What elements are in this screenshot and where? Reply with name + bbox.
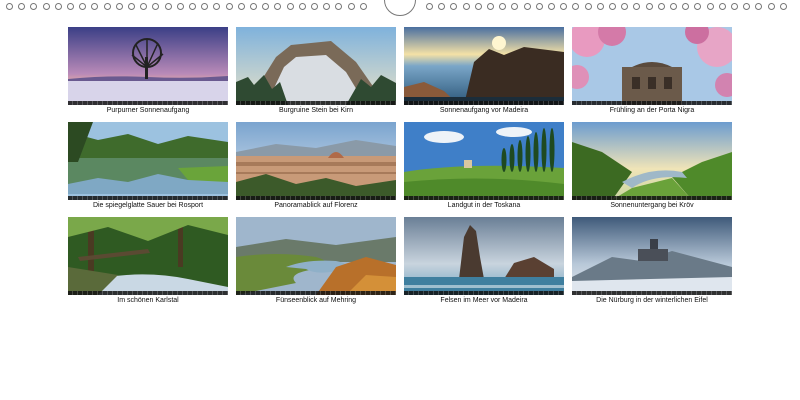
binding-hole bbox=[262, 3, 270, 10]
binding-hole bbox=[298, 3, 306, 10]
binding-hole bbox=[30, 3, 38, 10]
binding-hole bbox=[621, 3, 629, 10]
photo-tile: Felsen im Meer vor Madeira bbox=[404, 217, 564, 306]
binding-hole bbox=[609, 3, 616, 10]
binding-hole bbox=[54, 3, 62, 10]
binding-hole bbox=[225, 3, 233, 10]
photo-tuscany-cypresses bbox=[404, 122, 564, 200]
photo-moselle-sunset bbox=[572, 122, 732, 200]
binding-hole bbox=[584, 3, 592, 10]
photo-tile: Panoramablick auf Florenz bbox=[236, 122, 396, 211]
photo-caption: Die spiegelglatte Sauer bei Rosport bbox=[92, 202, 204, 209]
binding-hole bbox=[67, 3, 74, 10]
binding-hole bbox=[438, 3, 446, 10]
photo-tile: Burgruine Stein bei Kirn bbox=[236, 27, 396, 116]
binding-hole bbox=[633, 3, 641, 10]
photo-winter-castle bbox=[572, 217, 732, 295]
photo-caption: Burgruine Stein bei Kirn bbox=[279, 107, 353, 114]
binding-hole bbox=[311, 3, 318, 10]
binding-hole bbox=[450, 3, 458, 10]
binding-hole bbox=[323, 3, 331, 10]
binding-hole bbox=[359, 3, 367, 10]
binding-hole bbox=[657, 3, 665, 10]
binding-hole bbox=[560, 3, 568, 10]
binding-hole bbox=[706, 3, 714, 10]
binding-hole bbox=[18, 3, 26, 10]
binding-hole bbox=[42, 3, 50, 10]
binding-hole bbox=[596, 3, 604, 10]
calendar-binding bbox=[0, 0, 800, 20]
binding-hole bbox=[274, 3, 282, 10]
binding-hole bbox=[91, 3, 99, 10]
binding-hole bbox=[152, 3, 160, 10]
binding-hole bbox=[645, 3, 653, 10]
photo-caption: Frühling an der Porta Nigra bbox=[609, 107, 695, 114]
binding-hole bbox=[499, 3, 507, 10]
photo-caption: Sonnenuntergang bei Kröv bbox=[610, 202, 694, 209]
photo-river-reflection bbox=[68, 122, 228, 200]
photo-winter-tree-sunrise bbox=[68, 27, 228, 105]
photo-tile: Sonnenaufgang vor Madeira bbox=[404, 27, 564, 116]
binding-hole bbox=[103, 3, 111, 10]
binding-hole bbox=[176, 3, 184, 10]
photo-blossoms-porta-nigra bbox=[572, 27, 732, 105]
binding-hole bbox=[548, 3, 555, 10]
binding-hole bbox=[670, 3, 677, 10]
binding-hole bbox=[426, 3, 433, 10]
binding-hole bbox=[79, 3, 87, 10]
photo-caption: Landgut in der Toskana bbox=[447, 202, 521, 209]
binding-hole bbox=[682, 3, 690, 10]
binding-hole bbox=[250, 3, 257, 10]
binding-hole bbox=[779, 3, 787, 10]
photo-forest-stream bbox=[68, 217, 228, 295]
binding-hole bbox=[474, 3, 482, 10]
photo-tile: Frühling an der Porta Nigra bbox=[572, 27, 732, 116]
photo-sea-rocks bbox=[404, 217, 564, 295]
photo-tile: Die spiegelglatte Sauer bei Rosport bbox=[68, 122, 228, 211]
binding-hole bbox=[755, 3, 763, 10]
photo-caption: Sonnenaufgang vor Madeira bbox=[439, 107, 529, 114]
photo-florence-panorama bbox=[236, 122, 396, 200]
binding-hole bbox=[237, 3, 245, 10]
binding-hole bbox=[6, 3, 13, 10]
binding-hole bbox=[213, 3, 221, 10]
photo-caption: Panoramablick auf Florenz bbox=[274, 202, 358, 209]
binding-hole bbox=[164, 3, 172, 10]
photo-tile: Fünseenblick auf Mehring bbox=[236, 217, 396, 306]
binding-hole bbox=[694, 3, 702, 10]
binding-hole bbox=[128, 3, 135, 10]
photo-tile: Landgut in der Toskana bbox=[404, 122, 564, 211]
binding-hole bbox=[767, 3, 775, 10]
binding-hole bbox=[572, 3, 580, 10]
binding-hole bbox=[487, 3, 494, 10]
photo-caption: Fünseenblick auf Mehring bbox=[275, 297, 357, 304]
photo-tile: Purpurner Sonnenaufgang bbox=[68, 27, 228, 116]
binding-hole bbox=[115, 3, 123, 10]
binding-hole bbox=[189, 3, 196, 10]
binding-hole bbox=[201, 3, 209, 10]
binding-hole bbox=[731, 3, 738, 10]
photo-caption: Purpurner Sonnenaufgang bbox=[106, 107, 190, 114]
photo-rock-castle-snow bbox=[236, 27, 396, 105]
photo-autumn-river-bend bbox=[236, 217, 396, 295]
photo-overview-grid: Purpurner Sonnenaufgang Burgruine Stein … bbox=[68, 27, 732, 306]
binding-hole bbox=[535, 3, 543, 10]
photo-coast-sunrise bbox=[404, 27, 564, 105]
binding-hole bbox=[335, 3, 343, 10]
photo-tile: Im schönen Karlstal bbox=[68, 217, 228, 306]
binding-hole bbox=[511, 3, 519, 10]
photo-caption: Die Nürburg in der winterlichen Eifel bbox=[596, 297, 708, 304]
hanger-hole bbox=[384, 0, 416, 16]
binding-hole bbox=[743, 3, 751, 10]
binding-hole bbox=[286, 3, 294, 10]
photo-tile: Sonnenuntergang bei Kröv bbox=[572, 122, 732, 211]
binding-hole bbox=[140, 3, 148, 10]
binding-hole bbox=[462, 3, 470, 10]
binding-hole bbox=[347, 3, 355, 10]
binding-hole bbox=[718, 3, 726, 10]
binding-hole bbox=[523, 3, 531, 10]
photo-caption: Im schönen Karlstal bbox=[117, 297, 179, 304]
photo-caption: Felsen im Meer vor Madeira bbox=[440, 297, 528, 304]
photo-tile: Die Nürburg in der winterlichen Eifel bbox=[572, 217, 732, 306]
